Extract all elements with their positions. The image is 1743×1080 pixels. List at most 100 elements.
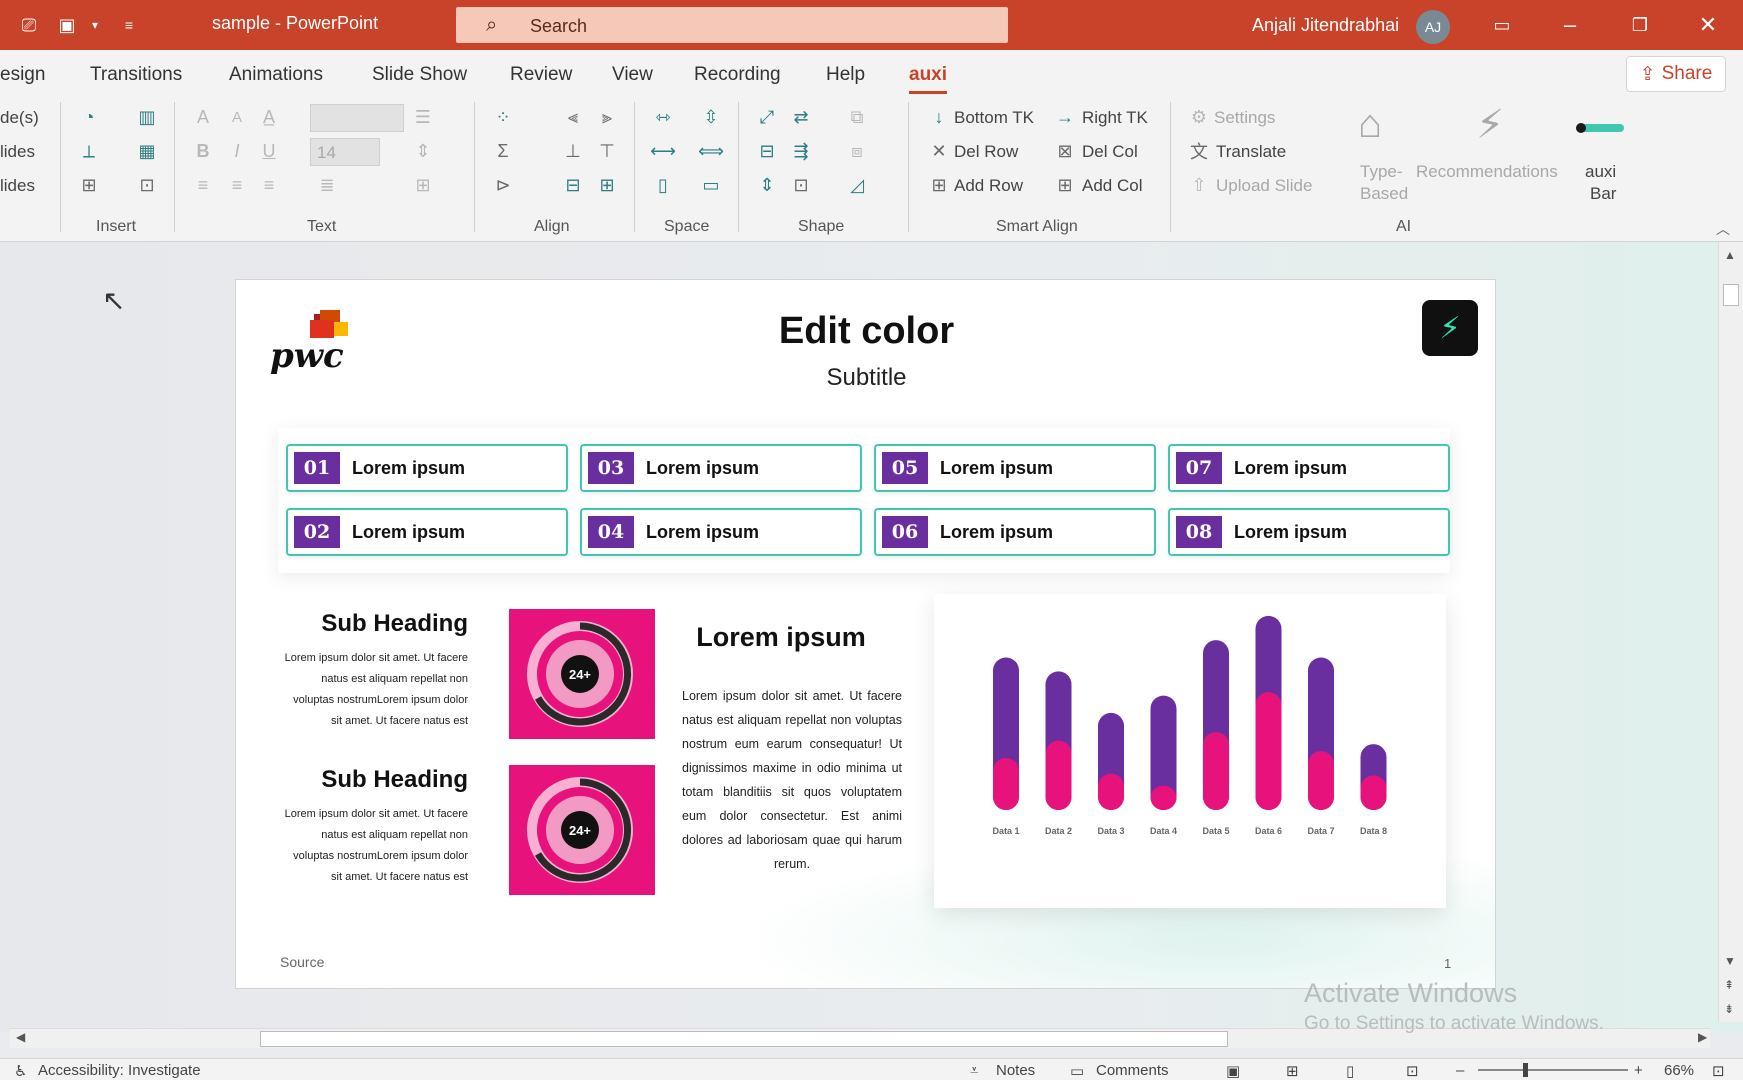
table-icon[interactable]: ▦ (134, 138, 160, 164)
font-size-select[interactable]: 14 (310, 138, 380, 166)
right-tk-button[interactable]: Right TK (1082, 108, 1148, 128)
zoom-level[interactable]: 66% (1664, 1062, 1694, 1079)
ungroup-icon[interactable]: ⧈ (844, 138, 870, 164)
scroll-left-icon[interactable]: ◀ (16, 1030, 25, 1044)
layout-icon[interactable]: ⊞ (76, 172, 102, 198)
scroll-thumb[interactable] (1723, 284, 1739, 306)
collapse-ribbon-icon[interactable]: ︿ (1710, 216, 1736, 242)
type-based-icon[interactable]: ⌂ (1358, 102, 1382, 147)
upload-slide-button[interactable]: Upload Slide (1216, 176, 1312, 196)
align-right-edge-icon[interactable]: ⫸ (594, 104, 620, 130)
list-item[interactable]: 07 Lorem ipsum (1168, 444, 1450, 492)
crop-icon[interactable]: ⊡ (788, 172, 814, 198)
add-col-button[interactable]: Add Col (1082, 176, 1142, 196)
zoom-slider-thumb[interactable] (1523, 1063, 1528, 1077)
align-right-icon[interactable]: ≡ (256, 172, 282, 198)
font-grow-icon[interactable]: A (190, 104, 216, 130)
bottom-tk-button[interactable]: Bottom TK (954, 108, 1034, 128)
tab-auxi[interactable]: auxi (909, 64, 948, 94)
align-middle-icon[interactable]: ⊟ (560, 172, 586, 198)
vertical-scrollbar[interactable]: ▲ ▼ ⇞ ⇟ (1718, 242, 1743, 1022)
chevron-down-icon[interactable]: ▾ (82, 12, 108, 38)
settings-button[interactable]: Settings (1214, 108, 1275, 128)
scroll-right-icon[interactable]: ▶ (1698, 1030, 1707, 1044)
reading-view-icon[interactable]: ▯ (1346, 1062, 1354, 1080)
zoom-in-icon[interactable]: + (1634, 1062, 1643, 1079)
next-slide-icon[interactable]: ⇟ (1724, 1002, 1734, 1016)
tab-view[interactable]: View (612, 64, 653, 86)
normal-view-icon[interactable]: ▣ (1226, 1062, 1240, 1080)
gauge-tile[interactable]: 24+ (509, 609, 655, 739)
text-box-icon[interactable]: ⊞ (410, 172, 436, 198)
reuse-slides-label[interactable]: lides (0, 142, 35, 162)
scroll-down-icon[interactable]: ▼ (1724, 954, 1736, 968)
search-box[interactable]: ⌕ Search (456, 7, 1008, 43)
tab-review[interactable]: Review (510, 64, 572, 86)
scroll-thumb[interactable] (260, 1031, 1228, 1047)
previous-slide-icon[interactable]: ⇞ (1724, 978, 1734, 992)
tab-slide-show[interactable]: Slide Show (372, 64, 467, 86)
new-slide-label[interactable]: de(s) (0, 108, 39, 128)
space-out-icon[interactable]: ⟷ (650, 138, 676, 164)
shapes-icon[interactable]: ◔ (76, 104, 102, 130)
bold-icon[interactable]: B (190, 138, 216, 164)
del-row-button[interactable]: Del Row (954, 142, 1018, 162)
tab-design[interactable]: esign (0, 64, 45, 86)
grid-icon[interactable]: ⁘ (490, 104, 516, 130)
recommendations-button[interactable]: Recommendations (1416, 162, 1558, 182)
del-col-button[interactable]: Del Col (1082, 142, 1138, 162)
italic-icon[interactable]: I (224, 138, 250, 164)
align-top-icon[interactable]: ⊤ (594, 138, 620, 164)
list-item[interactable]: 05 Lorem ipsum (874, 444, 1156, 492)
section-text[interactable]: Lorem ipsum dolor sit amet. Ut facere na… (282, 804, 468, 888)
slideshow-view-icon[interactable]: ⊡ (1406, 1062, 1419, 1080)
font-name-select[interactable] (310, 104, 404, 132)
bullets-icon[interactable]: ☰ (410, 104, 436, 130)
underline-icon[interactable]: U (256, 138, 282, 164)
space-in-icon[interactable]: ⟺ (698, 138, 724, 164)
justify-icon[interactable]: ≣ (314, 172, 340, 198)
type-based-label-1[interactable]: Type- (1360, 162, 1403, 182)
fit-slide-icon[interactable]: ⊡ (1712, 1062, 1725, 1080)
auxi-bar-icon[interactable] (1576, 123, 1624, 133)
present-icon[interactable]: ⎚ (16, 12, 42, 38)
align-center-icon[interactable]: ≡ (224, 172, 250, 198)
ribbon-display-icon[interactable]: ▭ (1482, 8, 1522, 42)
tag-icon[interactable]: ⊳ (490, 172, 516, 198)
theme-color-icon[interactable]: ▣ (54, 12, 80, 38)
center-heading[interactable]: Lorem ipsum (666, 622, 896, 653)
scroll-up-icon[interactable]: ▲ (1724, 248, 1736, 262)
add-row-button[interactable]: Add Row (954, 176, 1023, 196)
group-shapes-icon[interactable]: ⧉ (844, 104, 870, 130)
zoom-slider[interactable] (1478, 1063, 1628, 1077)
restore-icon[interactable]: ❐ (1620, 8, 1660, 42)
notes-button[interactable]: Notes (996, 1062, 1035, 1079)
accessibility-icon[interactable]: ♿ (14, 1062, 27, 1080)
auxi-bar-label-2[interactable]: Bar (1590, 184, 1616, 204)
tab-help[interactable]: Help (826, 64, 865, 86)
slide-subtitle[interactable]: Subtitle (236, 364, 1495, 392)
list-item[interactable]: 08 Lorem ipsum (1168, 508, 1450, 556)
accessibility-status[interactable]: Accessibility: Investigate (38, 1062, 201, 1079)
type-based-label-2[interactable]: Based (1360, 184, 1408, 204)
align-bottom-icon[interactable]: ⊥ (560, 138, 586, 164)
align-center-v-icon[interactable]: ⊞ (594, 172, 620, 198)
slide-title[interactable]: Edit color (236, 310, 1495, 353)
center-text[interactable]: Lorem ipsum dolor sit amet. Ut facere na… (682, 684, 902, 876)
sub-heading[interactable]: Sub Heading (248, 766, 468, 794)
minimize-icon[interactable]: – (1550, 8, 1590, 42)
bolt-icon[interactable]: ⚡ (1422, 300, 1478, 356)
customize-toolbar-icon[interactable]: ≡ (116, 12, 142, 38)
font-shrink-icon[interactable]: A (224, 104, 250, 130)
same-width-icon[interactable]: ⊟ (754, 138, 780, 164)
line-spacing-icon[interactable]: ⇕ (410, 138, 436, 164)
tab-recording[interactable]: Recording (694, 64, 781, 86)
list-item[interactable]: 03 Lorem ipsum (580, 444, 862, 492)
angle-icon[interactable]: ◿ (844, 172, 870, 198)
close-icon[interactable]: ✕ (1688, 8, 1728, 42)
chart-icon[interactable]: ▥ (134, 104, 160, 130)
connector-icon[interactable]: ⟂ (76, 138, 102, 164)
space-horizontal-icon[interactable]: ⇿ (650, 104, 676, 130)
tab-transitions[interactable]: Transitions (90, 64, 182, 86)
auxi-bar-label-1[interactable]: auxi (1585, 162, 1616, 182)
